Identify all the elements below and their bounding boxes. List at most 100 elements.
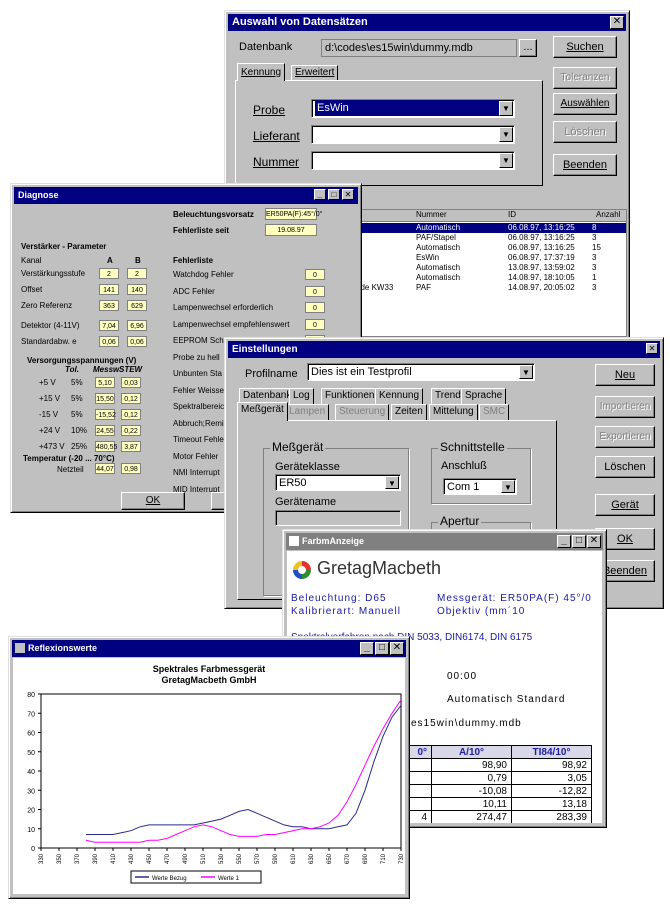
table-cell: 0,79 [431, 771, 512, 785]
chevron-down-icon[interactable]: ▼ [499, 101, 513, 116]
neu-button[interactable]: Neu [595, 364, 655, 386]
x-tick-label: 550 [237, 853, 243, 864]
geraet-button[interactable]: Gerät [595, 494, 655, 516]
schnittstelle-group: Schnittstelle [431, 440, 531, 504]
table-row: -10,08 -12,82 [407, 784, 592, 798]
tab-kennung[interactable]: Kennung [375, 388, 424, 404]
minimize-icon[interactable]: _ [314, 189, 326, 200]
y-tick-label: 60 [27, 731, 35, 738]
verstaerker-title: Verstärker - Parameter [21, 242, 107, 251]
col-anzahl[interactable]: Anzahl [596, 210, 620, 220]
param-a-value: 7,04 [99, 320, 119, 331]
tab-row2-2[interactable]: Steuerung [335, 404, 390, 420]
col-nummer[interactable]: Nummer [416, 210, 447, 220]
row-nummer: PAF/Stapel [416, 233, 456, 242]
logo-text: GretagMacbeth [317, 558, 442, 578]
maximize-icon[interactable]: □ [328, 189, 340, 200]
toleranzen-button[interactable]: Toleranzen [553, 67, 617, 89]
chevron-down-icon[interactable]: ▼ [499, 127, 513, 142]
beleuchtung-line: Beleuchtung: D65 [291, 593, 387, 604]
auswahl-titlebar[interactable]: Auswahl von Datensätzen ✕ [228, 14, 626, 31]
suchen-button[interactable]: Suchen [553, 36, 617, 58]
loeschen-button[interactable]: Löschen [553, 121, 617, 143]
profilname-label: Profilname [245, 368, 298, 380]
x-tick-label: 490 [183, 853, 189, 864]
tab-funktionen[interactable]: Funktionen [321, 388, 379, 404]
row-nummer: Automatisch [416, 223, 461, 232]
chevron-down-icon[interactable]: ▼ [501, 480, 515, 493]
loeschen-einst-button[interactable]: Löschen [595, 456, 655, 478]
fehler-label: NMI Interrupt [173, 468, 220, 477]
close-icon[interactable]: ✕ [390, 642, 404, 655]
diagnose-title: Diagnose [18, 190, 59, 200]
maximize-icon[interactable]: □ [375, 642, 389, 655]
minimize-icon[interactable]: _ [360, 642, 374, 655]
row-nummer: Automatisch [416, 273, 461, 282]
lieferant-label: Lieferant [253, 129, 300, 143]
probe-select[interactable]: EsWin ▼ [311, 99, 515, 118]
close-icon[interactable]: ✕ [646, 343, 658, 354]
table-cell: 98,92 [511, 758, 592, 772]
param-label: Offset [21, 285, 43, 294]
y-tick-label: 70 [27, 711, 35, 718]
col-id[interactable]: ID [508, 210, 516, 220]
table-row: 98,90 98,92 [407, 758, 592, 772]
tab-row2-5[interactable]: SMC [479, 404, 510, 420]
anschluss-select[interactable]: Com 1 ▼ [443, 478, 517, 495]
tab-sprache[interactable]: Sprache [461, 388, 507, 404]
x-tick-label: 510 [201, 853, 207, 864]
voltage-stew: 0,22 [121, 425, 141, 436]
voltage-tol: 10% [71, 426, 88, 435]
close-icon[interactable]: ✕ [342, 189, 354, 200]
auswaehlen-button[interactable]: Auswählen [553, 93, 617, 115]
lieferant-select[interactable]: ▼ [311, 125, 515, 144]
beleuchtungsvorsatz-label: Beleuchtungsvorsatz [173, 210, 254, 219]
tab-row2-0[interactable]: Meßgerät [237, 402, 288, 421]
maximize-icon[interactable]: □ [572, 535, 586, 548]
diagnose-titlebar[interactable]: Diagnose _ □ ✕ [14, 187, 358, 204]
datenbank-field[interactable]: d:\codes\es15win\dummy.mdb [321, 39, 517, 57]
fehlerliste-seit-value: 19.08.97 [265, 224, 317, 236]
voltage-messw: 15,50 [95, 393, 115, 404]
chevron-down-icon[interactable]: ▼ [385, 476, 399, 489]
netzteil-stew: 0,98 [121, 463, 141, 474]
diagnose-ok-button[interactable]: OK [121, 492, 185, 510]
legend-box [130, 870, 262, 884]
profilname-select[interactable]: Dies ist ein Testprofil ▼ [307, 363, 535, 381]
voltage-label: +15 V [39, 394, 61, 403]
nummer-select[interactable]: ▼ [311, 151, 515, 170]
geraeteklasse-select[interactable]: ER50 ▼ [275, 474, 401, 491]
schnittstelle-group-label: Schnittstelle [438, 440, 507, 454]
einstellungen-titlebar[interactable]: Einstellungen ✕ [228, 341, 660, 358]
tab-trend[interactable]: Trend [431, 388, 465, 404]
table-row: 4 274,47 283,39 [407, 810, 592, 823]
browse-button[interactable]: ... [519, 39, 537, 57]
close-icon[interactable]: ✕ [610, 16, 624, 29]
messgeraet-group-label: Meßgerät [270, 440, 326, 454]
y-tick-label: 10 [27, 827, 35, 834]
farbanzeige-titlebar[interactable]: FarbmAnzeige _ □ ✕ [286, 533, 603, 550]
beenden-button[interactable]: Beenden [553, 154, 617, 176]
tab-row2-3[interactable]: Zeiten [391, 404, 427, 420]
chevron-down-icon[interactable]: ▼ [519, 365, 533, 379]
reflexion-titlebar[interactable]: Reflexionswerte _ □ ✕ [12, 640, 406, 657]
table-cell: 13,18 [511, 797, 592, 811]
geraetename-field[interactable] [275, 510, 401, 526]
fehler-label: Spektralbereich [173, 402, 229, 411]
tab-kennung[interactable]: Kennung [237, 63, 286, 81]
tab-row2-1[interactable]: Lampen [285, 404, 330, 420]
importieren-button[interactable]: Importieren [595, 396, 655, 418]
table-cell [407, 758, 432, 772]
exportieren-button[interactable]: Exportieren [595, 426, 655, 448]
apertur-group-label: Apertur [438, 514, 482, 528]
temperatur-title: Temperatur (-20 ... 70°C) [23, 454, 115, 463]
y-tick-label: 40 [27, 769, 35, 776]
fehler-value: 0 [305, 269, 325, 280]
chevron-down-icon[interactable]: ▼ [499, 153, 513, 168]
tab-erweitert[interactable]: Erweitert [291, 65, 339, 81]
tab-row2-4[interactable]: Mittelung [429, 404, 478, 420]
minimize-icon[interactable]: _ [557, 535, 571, 548]
close-icon[interactable]: ✕ [587, 535, 601, 548]
tab-log[interactable]: Log [289, 388, 314, 404]
x-tick-label: 370 [75, 853, 81, 864]
